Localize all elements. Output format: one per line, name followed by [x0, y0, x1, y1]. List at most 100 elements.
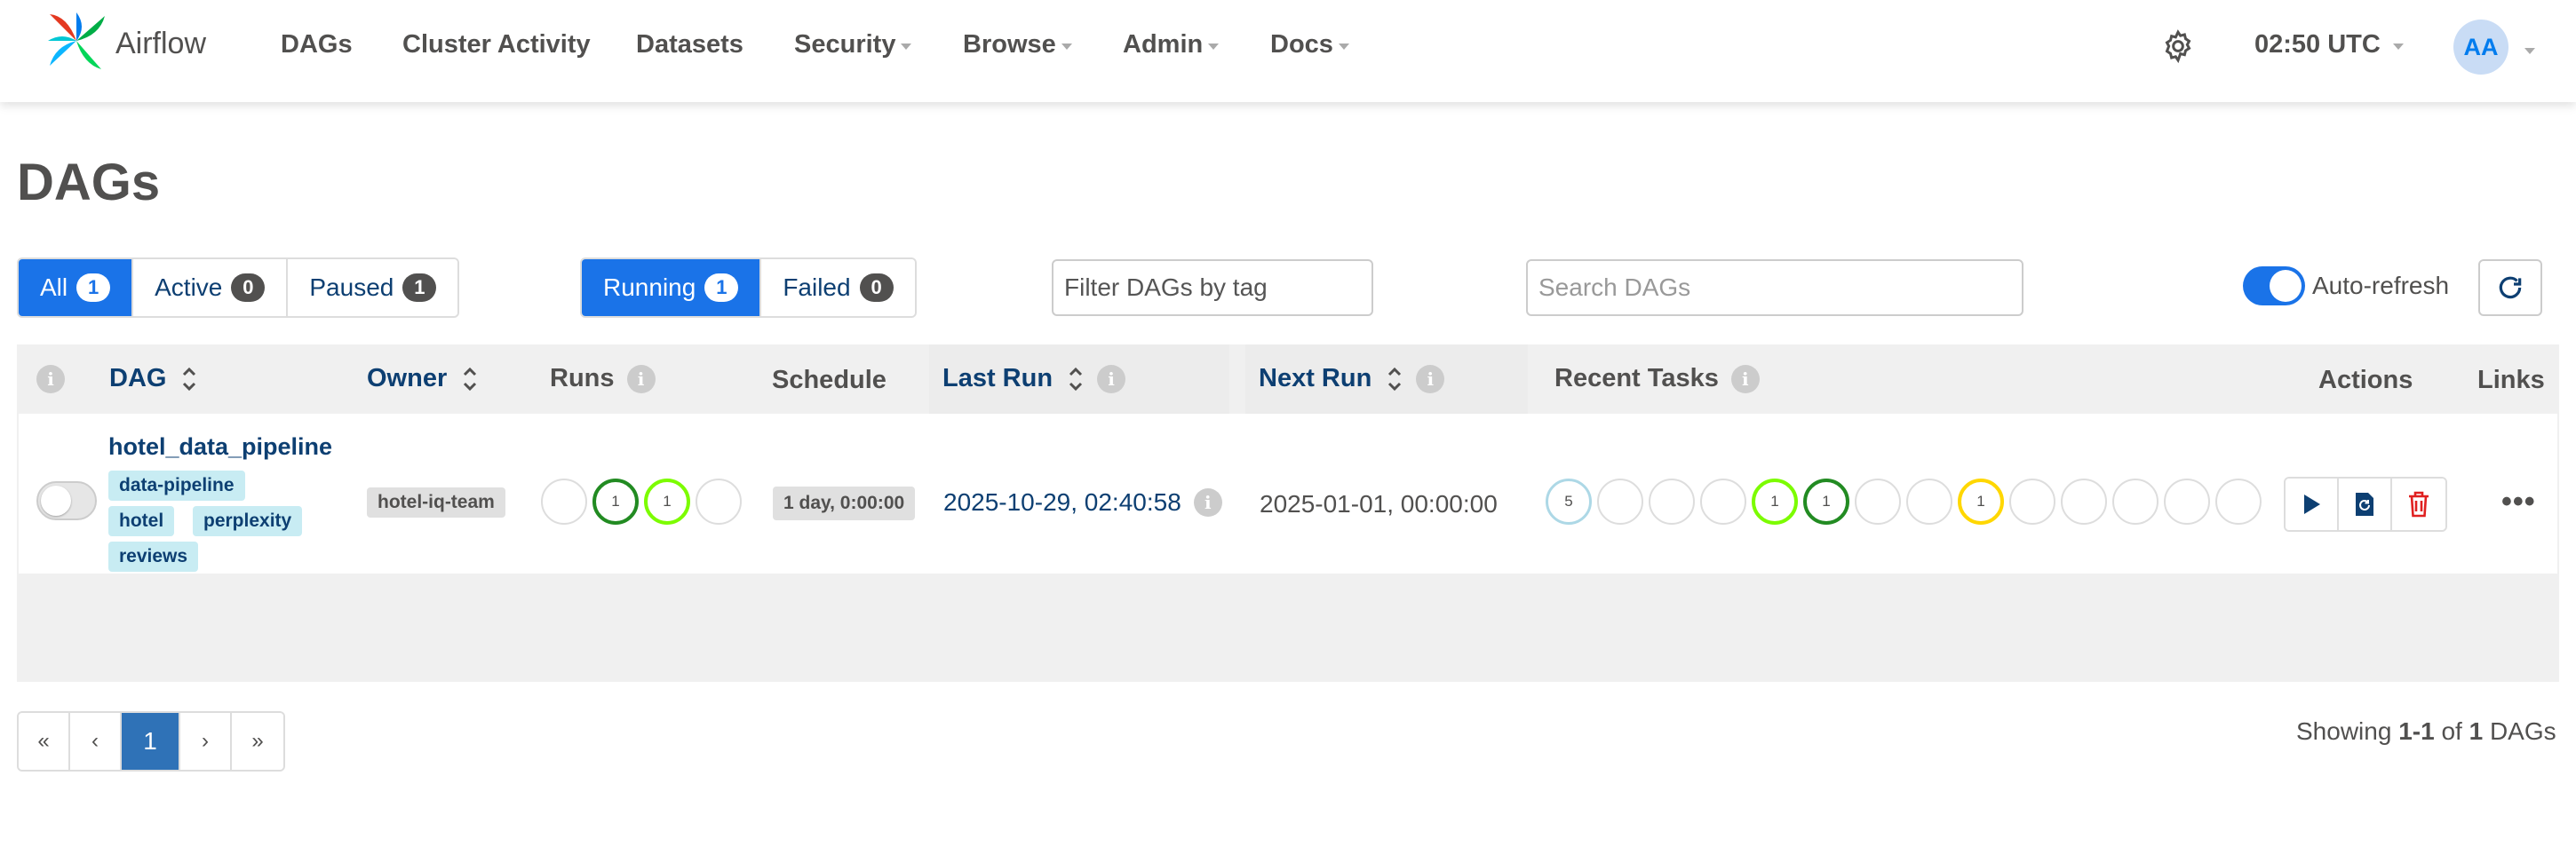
dag-tag[interactable]: hotel — [108, 506, 175, 536]
chevron-down-icon[interactable] — [2524, 48, 2535, 54]
reparse-dag-button[interactable] — [2339, 479, 2392, 530]
nav-admin[interactable]: Admin — [1123, 30, 1220, 59]
filter-running-button[interactable]: Running 1 — [582, 259, 762, 316]
schedule-badge[interactable]: 1 day, 0:00:00 — [773, 487, 916, 520]
task-state-circle[interactable] — [1649, 479, 1695, 525]
prev-page-button[interactable]: ‹ — [70, 713, 122, 770]
nav-browse-label: Browse — [963, 30, 1056, 59]
user-avatar[interactable]: AA — [2453, 20, 2508, 75]
task-state-circle[interactable] — [2061, 479, 2107, 525]
header-next-run[interactable]: Next Run i — [1259, 364, 1445, 393]
header-next-run-label: Next Run — [1259, 364, 1372, 392]
task-state-circle-success[interactable]: 1 — [1803, 479, 1849, 525]
delete-dag-button[interactable] — [2392, 479, 2445, 530]
header-schedule: Schedule — [772, 366, 886, 395]
next-page-button[interactable]: › — [180, 713, 232, 770]
info-icon[interactable]: i — [1097, 364, 1126, 393]
dag-tag[interactable]: reviews — [108, 542, 199, 572]
header-runs-label: Runs — [550, 364, 615, 392]
more-links-menu[interactable]: ••• — [2501, 485, 2536, 519]
info-icon[interactable]: i — [1193, 488, 1222, 517]
nav-dags[interactable]: DAGs — [281, 30, 353, 59]
filter-failed-label: Failed — [783, 273, 851, 301]
nav-security[interactable]: Security — [794, 30, 912, 59]
header-dag-label: DAG — [109, 364, 167, 392]
filter-active-button[interactable]: Active 0 — [133, 259, 289, 316]
nav-cluster-activity[interactable]: Cluster Activity — [402, 30, 591, 59]
header-dag[interactable]: DAG — [109, 364, 198, 393]
timezone-dropdown[interactable]: 02:50 UTC — [2254, 30, 2404, 59]
last-page-button[interactable]: » — [232, 713, 283, 770]
header-recent-tasks-label: Recent Tasks — [1554, 364, 1719, 392]
info-icon[interactable]: i — [626, 364, 656, 393]
task-state-circle[interactable] — [1597, 479, 1643, 525]
chevron-down-icon — [1208, 44, 1220, 50]
status-filter-group: All 1 Active 0 Paused 1 — [17, 257, 460, 318]
table-header: i DAG Owner Runs i Schedule Last Run i N… — [17, 344, 2559, 414]
auto-refresh-label: Auto-refresh — [2312, 272, 2450, 299]
tag-filter-input[interactable]: Filter DAGs by tag — [1052, 259, 1373, 316]
owner-tag[interactable]: hotel-iq-team — [367, 487, 505, 518]
task-state-circle[interactable] — [2215, 479, 2262, 525]
sort-icon — [1388, 367, 1402, 391]
header-actions: Actions — [2318, 366, 2413, 395]
filter-failed-button[interactable]: Failed 0 — [761, 259, 915, 316]
nav-docs[interactable]: Docs — [1270, 30, 1349, 59]
auto-refresh-toggle[interactable]: Auto-refresh — [2243, 266, 2449, 305]
showing-suffix: DAGs — [2489, 717, 2556, 745]
trigger-dag-button[interactable] — [2286, 479, 2339, 530]
airflow-logo-icon — [48, 12, 105, 69]
results-summary: Showing 1-1 of 1 DAGs — [2296, 717, 2556, 746]
task-state-circle[interactable] — [1700, 479, 1746, 525]
count-badge: 0 — [859, 273, 894, 302]
filter-paused-button[interactable]: Paused 1 — [288, 259, 458, 316]
info-icon[interactable]: i — [1730, 364, 1760, 393]
theme-toggle-button[interactable] — [2160, 28, 2196, 68]
task-state-circle[interactable] — [2009, 479, 2055, 525]
task-state-circle[interactable] — [2112, 479, 2159, 525]
nav-browse[interactable]: Browse — [963, 30, 1072, 59]
last-run-link[interactable]: 2025-10-29, 02:40:58 — [943, 488, 1181, 517]
reparse-icon — [2356, 493, 2373, 516]
chevron-down-icon — [1338, 44, 1349, 50]
task-state-circle[interactable] — [1855, 479, 1901, 525]
task-state-circle[interactable] — [2164, 479, 2210, 525]
last-run: 2025-10-29, 02:40:58 i — [943, 488, 1222, 517]
current-page-button[interactable]: 1 — [122, 713, 180, 770]
brand[interactable]: Airflow — [43, 7, 206, 75]
top-navbar: Airflow DAGs Cluster Activity Datasets S… — [0, 0, 2576, 102]
header-last-run[interactable]: Last Run i — [942, 364, 1126, 393]
search-dags-input[interactable]: Search DAGs — [1526, 259, 2023, 316]
task-state-circle-scheduled[interactable]: 5 — [1546, 479, 1592, 525]
chevron-down-icon — [1061, 44, 1072, 50]
page-title: DAGs — [17, 154, 161, 211]
toggle-switch[interactable] — [2243, 266, 2305, 305]
refresh-button[interactable] — [2478, 259, 2542, 316]
info-icon[interactable]: i — [1416, 364, 1445, 393]
filter-all-button[interactable]: All 1 — [19, 259, 134, 316]
run-state-circle-success[interactable]: 1 — [592, 479, 639, 525]
run-filter-group: Running 1 Failed 0 — [580, 257, 917, 318]
header-actions-label: Actions — [2318, 366, 2413, 394]
run-state-circle[interactable] — [541, 479, 587, 525]
chevron-down-icon — [901, 44, 912, 50]
sort-icon — [183, 367, 196, 391]
header-owner[interactable]: Owner — [367, 364, 479, 393]
nav-datasets[interactable]: Datasets — [636, 30, 743, 59]
run-state-circle-running[interactable]: 1 — [644, 479, 690, 525]
task-state-circle[interactable] — [1906, 479, 1952, 525]
task-state-circle-queued[interactable]: 1 — [1958, 479, 2004, 525]
pause-toggle[interactable] — [36, 481, 97, 520]
nav-admin-label: Admin — [1123, 30, 1204, 59]
task-state-circle-running[interactable]: 1 — [1752, 479, 1798, 525]
dag-tag[interactable]: perplexity — [193, 506, 303, 536]
next-run: 2025-01-01, 00:00:00 — [1260, 490, 1498, 518]
dag-name-link[interactable]: hotel_data_pipeline — [108, 433, 332, 461]
filter-all-label: All — [40, 273, 68, 301]
info-icon[interactable]: i — [36, 365, 65, 393]
dag-tag[interactable]: data-pipeline — [108, 471, 245, 501]
dags-table: i DAG Owner Runs i Schedule Last Run i N… — [17, 344, 2559, 682]
first-page-button[interactable]: « — [19, 713, 70, 770]
run-state-circle[interactable] — [696, 479, 742, 525]
nav-docs-label: Docs — [1270, 30, 1333, 59]
